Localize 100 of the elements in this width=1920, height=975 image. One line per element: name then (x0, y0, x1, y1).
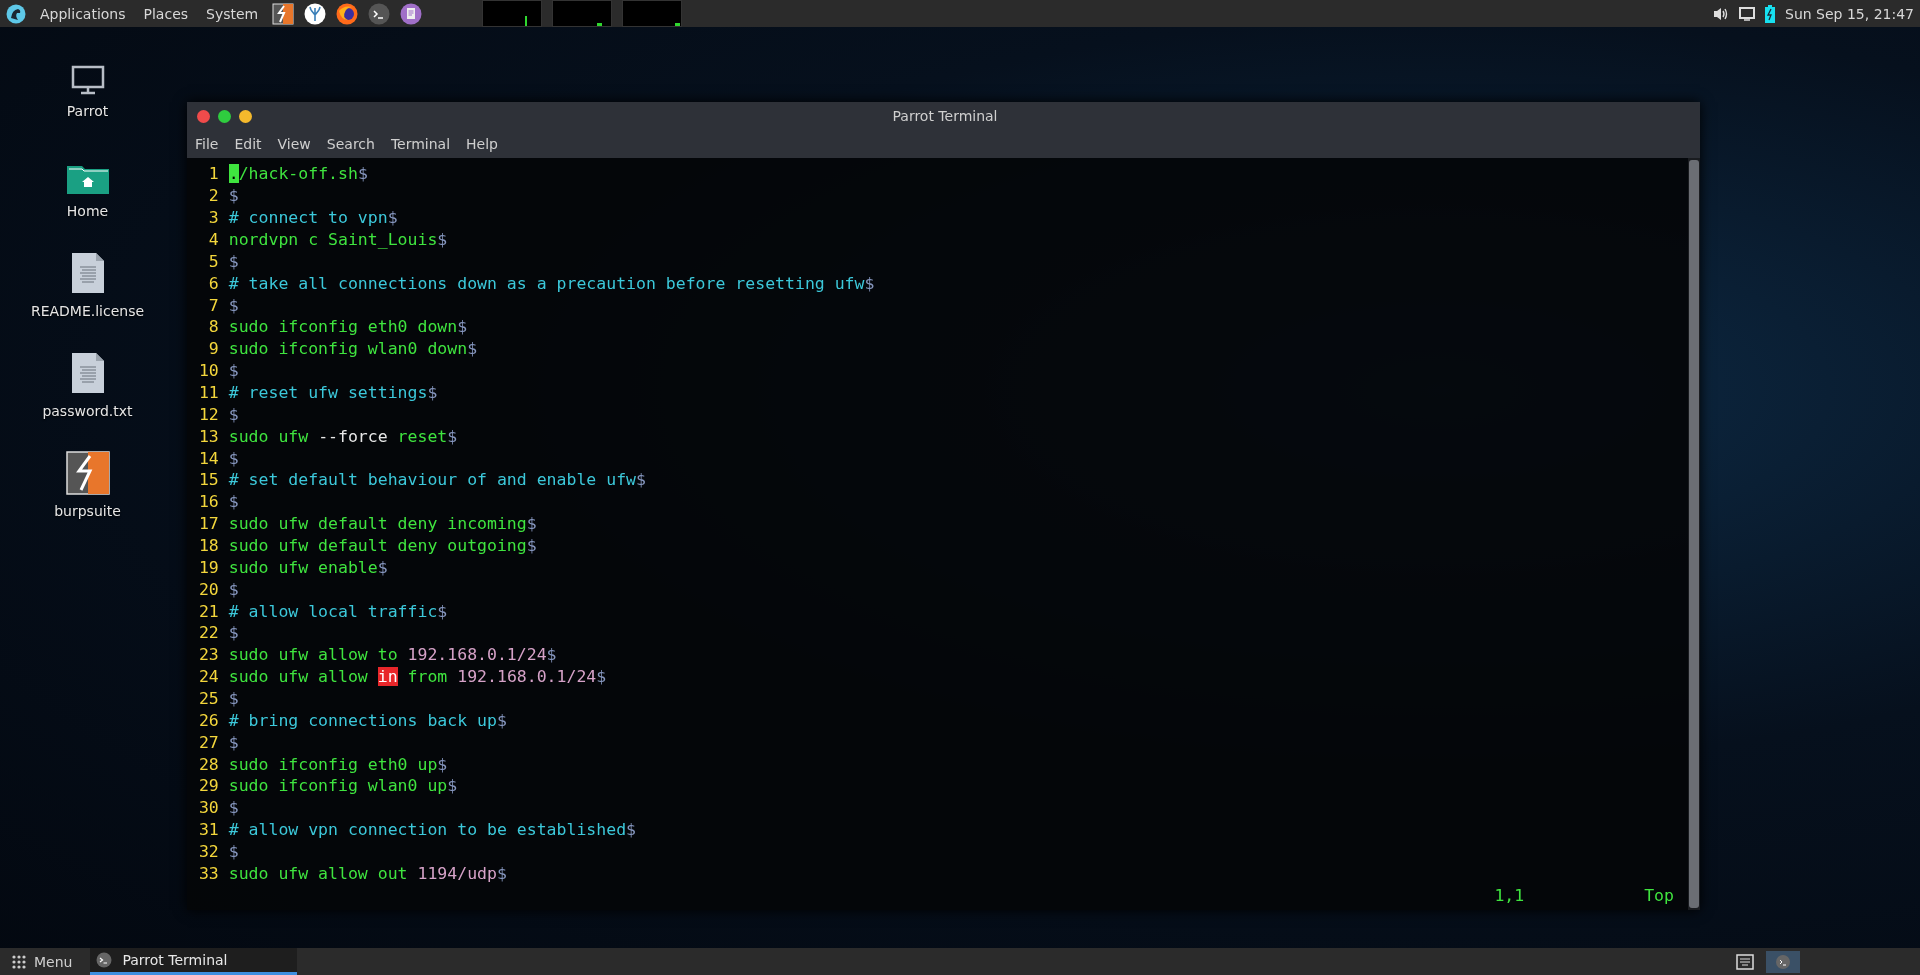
code-line: $ (228, 732, 239, 752)
code-line: sudo ifconfig eth0 down$ (228, 317, 468, 337)
line-number: 10 (197, 361, 219, 381)
scrollbar[interactable] (1688, 158, 1700, 910)
code-line: # bring connections back up$ (228, 710, 507, 730)
code-line: $ (228, 798, 239, 818)
line-number: 12 (197, 404, 219, 424)
line-number: 29 (197, 776, 219, 796)
browser-icon[interactable] (336, 2, 359, 25)
line-number: 30 (197, 798, 219, 818)
line-number: 6 (207, 273, 219, 293)
line-number: 2 (207, 186, 219, 206)
line-number: 15 (197, 470, 219, 490)
code-line: sudo ufw --force reset$ (228, 426, 458, 446)
desktop-icon-label[interactable]: password.txt (42, 403, 133, 419)
line-number: 24 (197, 667, 219, 687)
minimize-button[interactable] (239, 109, 252, 123)
line-number: 31 (197, 820, 219, 840)
desktop-icon-label[interactable]: README.license (30, 303, 145, 319)
volume-icon[interactable] (1713, 5, 1729, 22)
burp-icon[interactable] (65, 451, 110, 495)
menu-item[interactable]: View (277, 136, 311, 152)
code-line: $ (228, 448, 239, 468)
code-line: sudo ufw default deny incoming$ (228, 514, 537, 534)
panel-menu[interactable]: Applications (36, 5, 130, 22)
code-line: sudo ifconfig wlan0 down$ (228, 339, 478, 359)
desktop-icon-label[interactable]: Home (66, 203, 109, 219)
line-number: 16 (197, 492, 219, 512)
line-number: 7 (207, 295, 219, 315)
line-number: 9 (207, 339, 219, 359)
menu-item[interactable]: Help (466, 136, 498, 152)
panel-menu[interactable]: System (202, 5, 263, 22)
code-line: # set default behaviour of and enable ufw$ (228, 470, 646, 490)
code-line: # take all connections down as a precaution before resetting ufw$ (228, 273, 875, 293)
line-number: 22 (197, 623, 219, 643)
code-line: # allow vpn connection to be established$ (228, 820, 636, 840)
maximize-button[interactable] (218, 109, 231, 123)
code-line: $ (228, 361, 239, 381)
parrot-logo-icon[interactable] (6, 3, 26, 24)
code-line: sudo ifconfig wlan0 up$ (228, 776, 458, 796)
line-number: 5 (207, 251, 219, 271)
line-number: 1 (207, 164, 219, 184)
line-number: 13 (197, 426, 219, 446)
battery-icon[interactable] (1765, 4, 1775, 23)
line-number: 18 (197, 536, 219, 556)
burp-icon[interactable] (272, 2, 295, 25)
line-number: 26 (197, 710, 219, 730)
menu-button[interactable]: Menu (8, 948, 77, 975)
code-line: $ (228, 579, 239, 599)
code-line: $ (228, 623, 239, 643)
taskbar-task[interactable]: Parrot Terminal (90, 948, 298, 975)
line-number: 27 (197, 732, 219, 752)
line-number: 19 (197, 557, 219, 577)
code-line: # connect to vpn$ (228, 208, 398, 228)
code-line: ./hack-off.sh$ (228, 164, 368, 184)
display-icon[interactable] (1739, 6, 1755, 21)
keyboard-icon[interactable] (1736, 953, 1754, 970)
line-number: 14 (197, 448, 219, 468)
code-line: sudo ufw allow to 192.168.0.1/24$ (228, 645, 557, 665)
notes-icon[interactable] (400, 2, 423, 25)
grid-icon (12, 954, 26, 969)
menu-item[interactable]: Terminal (390, 136, 451, 152)
line-number: 8 (207, 317, 219, 337)
line-number: 28 (197, 754, 219, 774)
code-line: $ (228, 689, 239, 709)
line-number: 3 (207, 208, 219, 228)
code-line: $ (228, 186, 239, 206)
line-number: 20 (197, 579, 219, 599)
terminal-icon (96, 952, 113, 968)
menu-item[interactable]: Search (326, 136, 375, 152)
code-line: sudo ufw enable$ (228, 557, 388, 577)
code-line: # allow local traffic$ (228, 601, 448, 621)
clock[interactable]: Sun Sep 15, 21:47 (1785, 5, 1914, 22)
line-number: 4 (207, 230, 219, 249)
code-line: $ (228, 404, 239, 424)
terminal-icon[interactable] (368, 2, 391, 25)
window-title: Parrot Terminal (892, 108, 999, 124)
code-line: $ (228, 251, 239, 271)
close-button[interactable] (197, 109, 210, 123)
text-file-icon[interactable] (69, 351, 106, 395)
menu-item[interactable]: Edit (234, 136, 262, 152)
code-line: sudo ifconfig eth0 up$ (228, 754, 448, 774)
code-line: sudo ufw allow in from 192.168.0.1/24$ (228, 667, 607, 687)
monitor-icon[interactable] (70, 65, 105, 95)
code-line: $ (228, 492, 239, 512)
line-number: 33 (197, 863, 219, 883)
desktop-icon-label[interactable]: Parrot (66, 103, 109, 119)
line-number: 23 (197, 645, 219, 665)
code-line: $ (228, 295, 239, 315)
line-number: 11 (197, 383, 219, 402)
text-file-icon[interactable] (69, 251, 106, 295)
code-line: sudo ufw allow out 1194/udp$ (228, 863, 507, 883)
home-folder-icon[interactable] (65, 163, 110, 195)
code-line: nordvpn c Saint_Louis$ (228, 230, 448, 249)
code-line: $ (228, 842, 239, 862)
line-number: 21 (197, 601, 219, 621)
scroll-position: Top (1644, 885, 1674, 905)
menu-item[interactable]: File (195, 136, 219, 152)
panel-menu[interactable]: Places (139, 5, 193, 22)
desktop-icon-label[interactable]: burpsuite (54, 503, 121, 519)
